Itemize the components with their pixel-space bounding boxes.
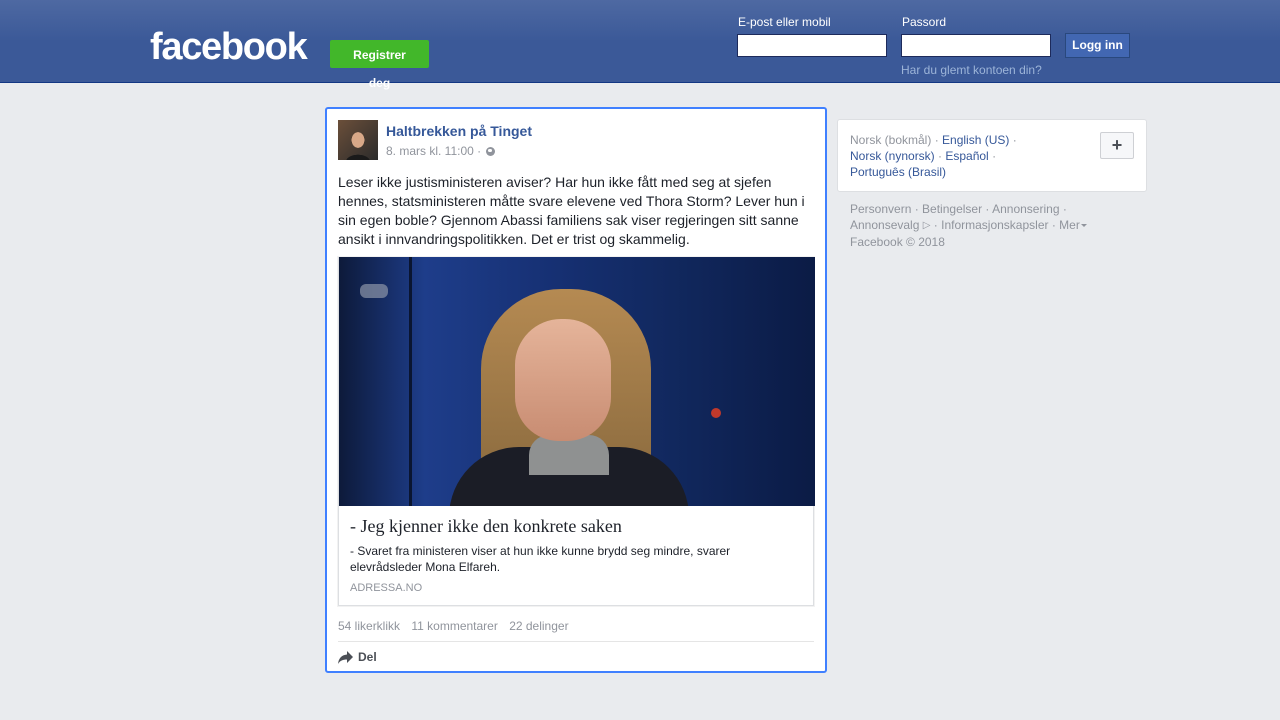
shares-count[interactable]: 22 delinger (509, 619, 568, 633)
footer-link-personvern[interactable]: Personvern (850, 202, 911, 216)
post-stats: 54 likerklikk 11 kommentarer 22 delinger (338, 619, 577, 633)
share-label: Del (358, 650, 377, 664)
likes-count[interactable]: 54 likerklikk (338, 619, 400, 633)
login-button[interactable]: Logg inn (1065, 33, 1130, 58)
annonsevalg-label: Annonsevalg (850, 218, 920, 232)
add-language-button[interactable]: + (1100, 132, 1134, 159)
language-espanol[interactable]: Español (945, 149, 988, 163)
current-language: Norsk (bokmål) (850, 133, 932, 147)
link-preview[interactable]: - Jeg kjenner ikke den konkrete saken - … (338, 257, 815, 606)
facebook-logo[interactable]: facebook (150, 26, 308, 68)
divider (338, 641, 814, 642)
collar-shape (529, 435, 609, 475)
share-button[interactable]: Del (338, 650, 377, 664)
avatar[interactable] (338, 120, 378, 160)
language-portugues-brasil[interactable]: Português (Brasil) (850, 165, 946, 179)
adchoices-icon: ▷ (922, 220, 931, 231)
link-title[interactable]: - Jeg kjenner ikke den konkrete saken (350, 516, 802, 537)
footer-link-mer[interactable]: Mer (1059, 218, 1087, 232)
share-arrow-icon (338, 650, 353, 664)
mer-label: Mer (1059, 218, 1080, 232)
face-shape (515, 319, 611, 441)
top-bar: facebook Registrer deg E-post eller mobi… (0, 0, 1280, 90)
language-list: Norsk (bokmål) · English (US) · Norsk (n… (850, 133, 1017, 179)
footer-link-annonsevalg[interactable]: Annonsevalg ▷ (850, 218, 930, 232)
red-indicator-light (711, 408, 721, 418)
password-label: Passord (902, 15, 947, 29)
language-english-us[interactable]: English (US) (942, 133, 1009, 147)
copyright: Facebook © 2018 (850, 235, 945, 249)
register-button[interactable]: Registrer deg (330, 40, 429, 90)
footer-link-informasjonskapsler[interactable]: Informasjonskapsler (941, 218, 1048, 232)
language-norsk-nynorsk[interactable]: Norsk (nynorsk) (850, 149, 935, 163)
comments-count[interactable]: 11 kommentarer (411, 619, 497, 633)
globe-icon[interactable] (486, 147, 496, 156)
language-box: Norsk (bokmål) · English (US) · Norsk (n… (837, 119, 1147, 192)
link-description: - Svaret fra ministeren viser at hun ikk… (350, 544, 731, 574)
link-image[interactable] (339, 257, 815, 506)
email-label: E-post eller mobil (738, 15, 831, 29)
footer-link-annonsering[interactable]: Annonsering (992, 202, 1059, 216)
post-card: Haltbrekken på Tinget 8. mars kl. 11:00 … (325, 107, 827, 673)
post-timestamp: 8. mars kl. 11:00 · (386, 144, 496, 158)
door-edge (409, 257, 412, 506)
password-field[interactable] (901, 34, 1051, 57)
ceiling-light (360, 284, 388, 298)
email-field[interactable] (737, 34, 887, 57)
forgot-account-link[interactable]: Har du glemt kontoen din? (901, 63, 1042, 77)
post-time-text[interactable]: 8. mars kl. 11:00 · (386, 144, 481, 158)
footer-links: Personvern · Betingelser · Annonsering ·… (850, 201, 1140, 250)
link-domain: ADRESSA.NO (350, 582, 423, 594)
post-text: Leser ikke justisministeren aviser? Har … (338, 174, 805, 247)
footer-link-betingelser[interactable]: Betingelser (922, 202, 982, 216)
chevron-down-icon (1080, 224, 1087, 227)
post-author[interactable]: Haltbrekken på Tinget (386, 123, 532, 139)
